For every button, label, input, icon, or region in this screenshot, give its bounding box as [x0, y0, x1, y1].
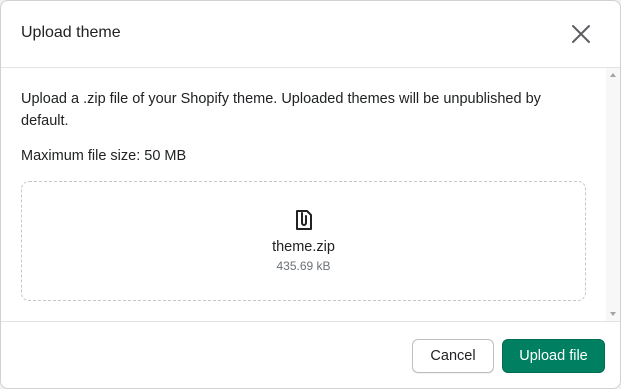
paperclip-file-icon: [294, 209, 314, 231]
close-button[interactable]: [569, 22, 593, 46]
file-dropzone[interactable]: theme.zip 435.69 kB: [21, 181, 586, 301]
upload-file-button[interactable]: Upload file: [502, 339, 605, 373]
modal-header: Upload theme: [1, 1, 620, 68]
modal-title: Upload theme: [21, 24, 121, 41]
file-size: 435.69 kB: [276, 259, 331, 273]
modal-footer: Cancel Upload file: [1, 321, 620, 388]
file-name: theme.zip: [272, 239, 335, 255]
cancel-button[interactable]: Cancel: [412, 339, 494, 373]
upload-description: Upload a .zip file of your Shopify theme…: [21, 91, 541, 129]
scroll-up-icon[interactable]: [610, 73, 616, 77]
close-icon: [572, 25, 590, 43]
modal-body: Upload a .zip file of your Shopify theme…: [1, 68, 620, 321]
vertical-scrollbar[interactable]: [606, 68, 620, 321]
upload-theme-modal: Upload theme Upload a .zip file of your …: [0, 0, 621, 389]
scroll-down-icon[interactable]: [610, 312, 616, 316]
max-file-size: Maximum file size: 50 MB: [21, 148, 187, 164]
